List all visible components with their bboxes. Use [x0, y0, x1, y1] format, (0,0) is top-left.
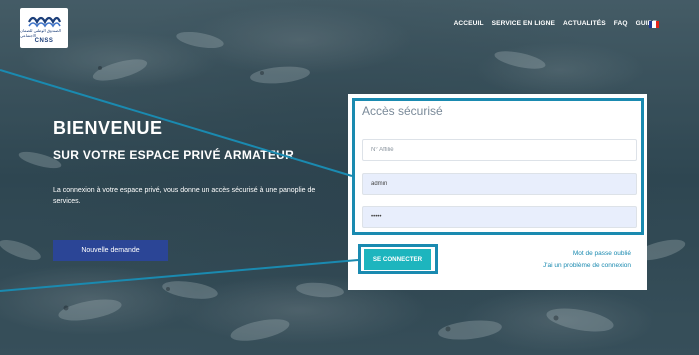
- nav-acceuil[interactable]: ACCEUIL: [454, 20, 484, 27]
- french-flag-icon[interactable]: [649, 21, 659, 28]
- waves-logo-icon: [28, 16, 61, 27]
- new-request-button[interactable]: Nouvelle demande: [53, 240, 168, 261]
- nav-actualites[interactable]: ACTUALITÉS: [563, 20, 606, 27]
- login-input[interactable]: [362, 173, 637, 195]
- main-nav: ACCEUIL SERVICE EN LIGNE ACTUALITÉS FAQ …: [454, 20, 657, 27]
- logo-arabic-text: الصندوق الوطني للضمان الاجتماعي: [20, 27, 61, 38]
- cnss-logo[interactable]: الصندوق الوطني للضمان الاجتماعي CNSS: [20, 8, 68, 48]
- connection-problem-link[interactable]: J'ai un problème de connexion: [543, 262, 631, 269]
- flag-stripe-red: [655, 21, 659, 28]
- connect-button[interactable]: SE CONNECTER: [364, 249, 431, 270]
- nav-faq[interactable]: FAQ: [614, 20, 628, 27]
- welcome-description: La connexion à votre espace privé, vous …: [53, 187, 316, 205]
- password-input[interactable]: [362, 206, 637, 228]
- login-title: Accès sécurisé: [362, 104, 443, 118]
- affilie-number-input[interactable]: [362, 139, 637, 161]
- welcome-title: BIENVENUE: [53, 118, 163, 138]
- logo-text: CNSS: [34, 37, 54, 44]
- top-header: الصندوق الوطني للضمان الاجتماعي CNSS ACC…: [0, 0, 699, 52]
- welcome-subtitle: SUR VOTRE ESPACE PRIVÉ ARMATEUR: [53, 148, 295, 162]
- nav-service-en-ligne[interactable]: SERVICE EN LIGNE: [492, 20, 555, 27]
- forgot-password-link[interactable]: Mot de passe oublié: [573, 250, 631, 257]
